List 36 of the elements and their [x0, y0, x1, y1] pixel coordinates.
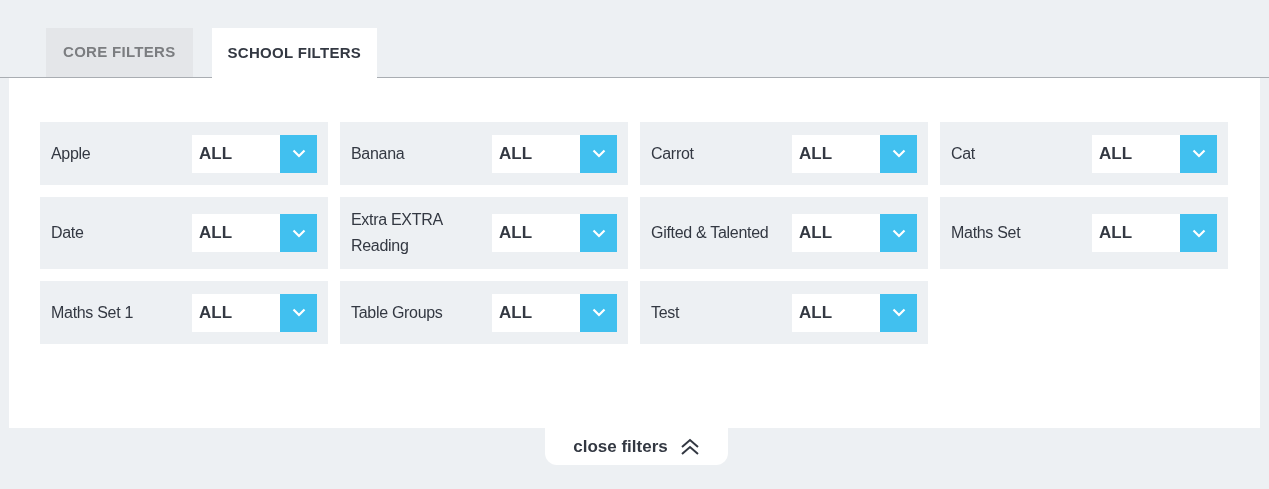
filter-label: Carrot: [651, 143, 695, 164]
filter-select[interactable]: ALL: [192, 293, 317, 332]
filter-select[interactable]: ALL: [192, 134, 317, 173]
filter-select[interactable]: ALL: [492, 134, 617, 173]
filter-label: Extra EXTRA Reading: [351, 210, 444, 256]
filter-label: Cat: [951, 143, 976, 164]
chevron-down-icon: [1180, 214, 1217, 252]
filter-label: Test: [651, 302, 681, 323]
filter-select[interactable]: ALL: [792, 214, 917, 252]
filter-select[interactable]: ALL: [1092, 134, 1217, 173]
filter-select[interactable]: ALL: [792, 293, 917, 332]
filter-select[interactable]: ALL: [492, 293, 617, 332]
filter-select[interactable]: ALL: [492, 214, 617, 252]
filter-label: Banana: [351, 143, 406, 164]
chevron-down-icon: [880, 214, 917, 252]
filter-label: Table Groups: [351, 302, 444, 323]
chevron-down-icon: [580, 134, 617, 173]
filter-select[interactable]: ALL: [192, 214, 317, 252]
chevron-down-icon: [1180, 134, 1217, 173]
filter-select[interactable]: ALL: [792, 134, 917, 173]
chevron-down-icon: [280, 134, 317, 173]
chevron-down-icon: [880, 134, 917, 173]
filter-label: Date: [51, 223, 85, 243]
double-chevron-up-icon: [679, 437, 700, 456]
chevron-down-icon: [880, 293, 917, 332]
close-filters-button[interactable]: close filters: [545, 428, 728, 465]
filter-label: Maths Set 1: [51, 302, 135, 323]
filter-tab[interactable]: SCHOOL FILTERS: [211, 28, 378, 78]
filter-label: Apple: [51, 143, 92, 164]
filter-label: Maths Set: [951, 223, 1022, 243]
chevron-down-icon: [580, 214, 617, 252]
chevron-down-icon: [280, 293, 317, 332]
chevron-down-icon: [280, 214, 317, 252]
chevron-down-icon: [580, 293, 617, 332]
filter-label: Gifted & Talented: [651, 223, 770, 243]
filter-select[interactable]: ALL: [1092, 214, 1217, 252]
